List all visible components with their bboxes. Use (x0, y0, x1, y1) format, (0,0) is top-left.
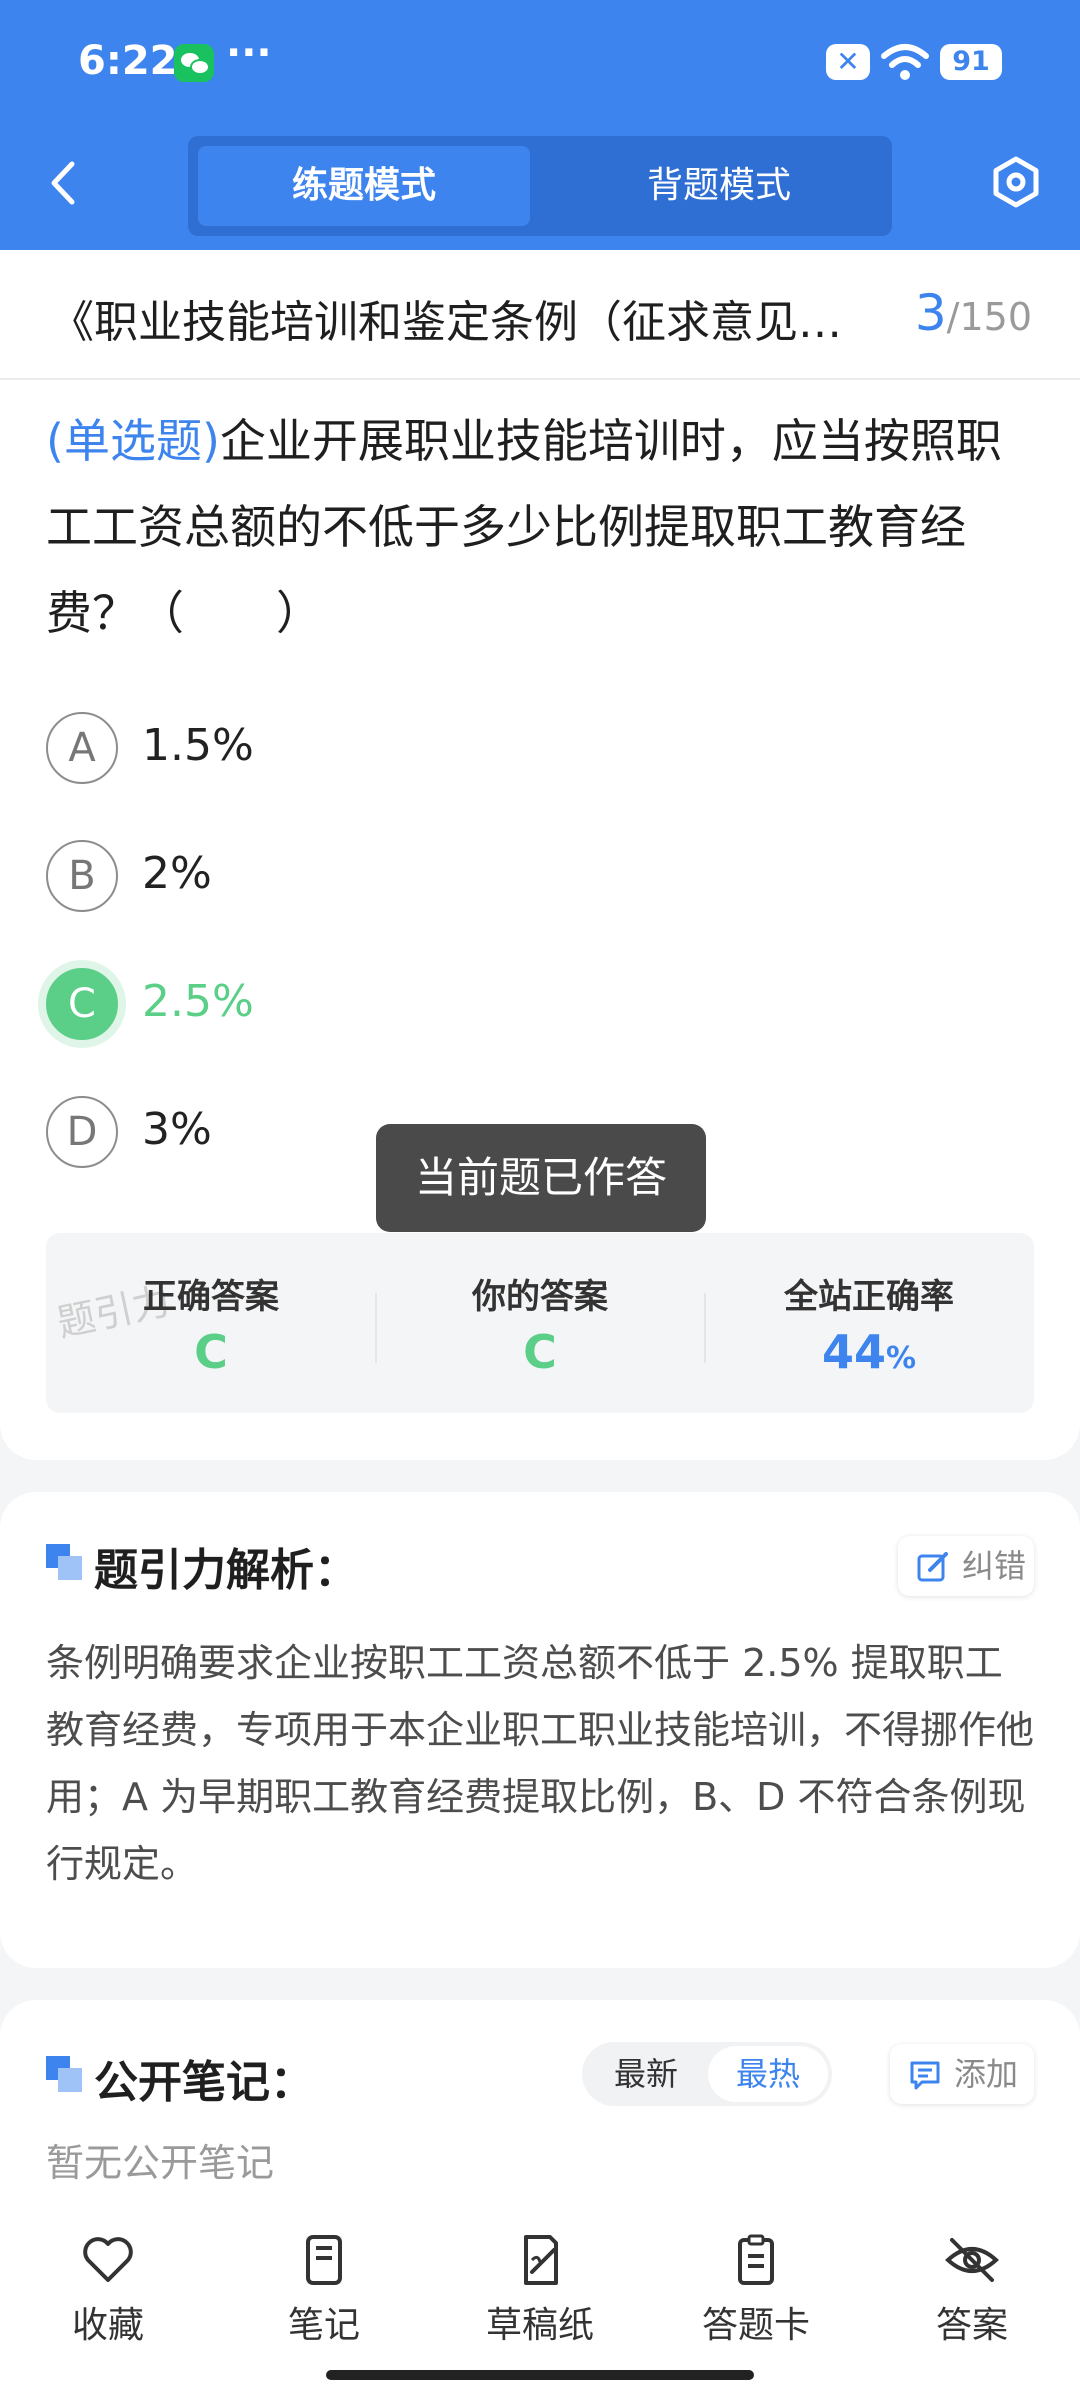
option-letter: D (46, 1096, 118, 1168)
notes-title: 公开笔记： (94, 2057, 314, 2108)
your-answer-value: C (523, 1325, 557, 1379)
mute-icon: ✕ (826, 44, 870, 80)
option-text: 1.5% (142, 720, 254, 771)
option-letter: C (46, 968, 118, 1040)
explanation-text: 条例明确要求企业按职工工资总额不低于 2.5% 提取职工教育经费，专项用于本企业… (46, 1641, 1035, 1886)
report-error-button[interactable]: 纠错 (898, 1536, 1034, 1596)
mode-toggle: 练题模式 背题模式 (188, 136, 892, 236)
comment-icon (910, 2061, 940, 2090)
nav-notes-label: 笔记 (287, 2305, 360, 2346)
sort-hot[interactable]: 最热 (708, 2046, 828, 2102)
nav-notes[interactable]: 笔记 (244, 2234, 404, 2348)
question-card: 《职业技能培训和鉴定条例（征求意见稿）》 3/150 (单选题)企业开展职业技能… (0, 250, 1080, 1460)
nav-favorite-label: 收藏 (71, 2305, 144, 2346)
total-questions: /150 (946, 295, 1032, 339)
nav-answer-label: 答案 (935, 2305, 1008, 2346)
nav-draft-label: 草稿纸 (485, 2305, 594, 2346)
add-note-button[interactable]: 添加 (890, 2044, 1034, 2104)
your-answer-column: 你的答案 C (375, 1233, 705, 1413)
tab-practice-mode[interactable]: 练题模式 (198, 146, 530, 226)
accuracy-unit: % (885, 1341, 917, 1376)
explanation-title: 题引力解析： (94, 1545, 358, 1596)
draft-icon (524, 2235, 558, 2285)
nav-answer[interactable]: 答案 (892, 2234, 1052, 2348)
correct-answer-column: 正确答案 C (46, 1233, 376, 1413)
question-type-label: (单选题) (46, 414, 220, 468)
top-bar: 6:22 ··· ✕ 91 练题模式 背题模式 (0, 0, 1080, 250)
option-letter: A (46, 712, 118, 784)
edit-icon (917, 1552, 948, 1582)
current-question-number: 3 (914, 284, 947, 342)
document-title[interactable]: 《职业技能培训和鉴定条例（征求意见稿）》 (50, 286, 870, 350)
title-bar: 《职业技能培训和鉴定条例（征求意见稿）》 3/150 (0, 250, 1080, 380)
settings-icon[interactable] (990, 156, 1042, 208)
nav-answer-card[interactable]: 答题卡 (676, 2234, 836, 2348)
question-counter[interactable]: 3/150 (915, 284, 1032, 342)
answer-summary: 题引力 正确答案 C 你的答案 C 全站正确率 44% (46, 1233, 1034, 1413)
eye-off-icon (945, 2238, 999, 2282)
answer-card-icon (738, 2234, 774, 2285)
sort-latest[interactable]: 最新 (586, 2046, 706, 2102)
nav-answer-card-label: 答题卡 (701, 2305, 810, 2346)
correct-answer-value: C (194, 1325, 228, 1379)
report-error-label: 纠错 (962, 1547, 1027, 1585)
empty-notes-text: 暂无公开笔记 (46, 2141, 275, 2185)
your-answer-label: 你的答案 (472, 1277, 608, 1317)
status-time: 6:22 (78, 38, 178, 84)
accuracy-value: 44% (704, 1325, 1034, 1379)
status-bar: 6:22 ··· ✕ 91 (0, 0, 1080, 130)
answered-toast: 当前题已作答 (376, 1124, 706, 1232)
option-letter: B (46, 840, 118, 912)
heart-icon (83, 2237, 133, 2282)
back-icon[interactable] (44, 158, 84, 208)
question-stem: (单选题)企业开展职业技能培训时，应当按照职工工资总额的不低于多少比例提取职工教… (46, 398, 1036, 656)
correct-answer-label: 正确答案 (143, 1277, 279, 1317)
accuracy-number: 44 (821, 1325, 886, 1379)
accuracy-column: 全站正确率 44% (704, 1233, 1034, 1413)
add-note-label: 添加 (954, 2055, 1019, 2093)
wechat-icon (174, 44, 214, 82)
tab-recite-mode[interactable]: 背题模式 (554, 146, 884, 226)
accuracy-label: 全站正确率 (784, 1277, 954, 1317)
notes-sort-toggle: 最新 最热 (582, 2042, 832, 2106)
option-text: 2% (142, 848, 212, 899)
more-notifications-icon: ··· (226, 30, 272, 76)
home-indicator[interactable] (326, 2370, 754, 2380)
option-text: 3% (142, 1104, 212, 1155)
explanation-card: 题引力解析： 纠错 条例明确要求企业按职工工资总额不低于 2.5% 提取职工教育… (0, 1492, 1080, 1968)
section-icon (46, 1544, 84, 1582)
nav-favorite[interactable]: 收藏 (28, 2234, 188, 2348)
wifi-icon (881, 44, 929, 80)
option-text: 2.5% (142, 976, 254, 1027)
notebook-icon (306, 2235, 342, 2285)
battery-indicator: 91 (940, 44, 1002, 80)
nav-draft[interactable]: 草稿纸 (460, 2234, 620, 2348)
section-icon (46, 2056, 84, 2094)
